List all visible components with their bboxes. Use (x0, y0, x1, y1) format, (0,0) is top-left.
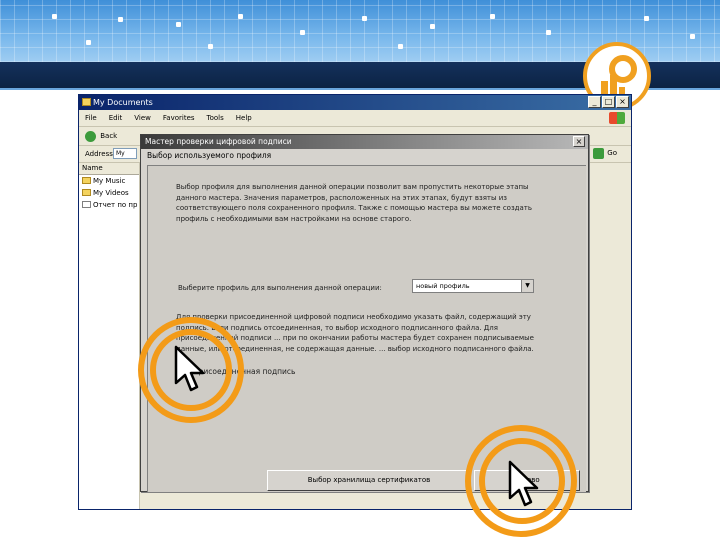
folder-icon (82, 177, 91, 184)
mouse-cursor-icon (174, 345, 205, 392)
header-dot (238, 14, 243, 19)
windows-logo-icon (609, 112, 625, 124)
list-item-label: Отчет по пр (93, 201, 138, 209)
menu-edit[interactable]: Edit (109, 110, 123, 126)
go-label: Go (607, 149, 617, 157)
header-dot (490, 14, 495, 19)
header-dot (176, 22, 181, 27)
header-dot (118, 17, 123, 22)
minimize-button[interactable]: _ (588, 96, 601, 108)
header-dot (644, 16, 649, 21)
menu-favorites[interactable]: Favorites (163, 110, 195, 126)
profile-select[interactable]: новый профиль ▼ (412, 279, 534, 293)
list-item[interactable]: My Videos (79, 187, 139, 199)
menu-tools[interactable]: Tools (207, 110, 224, 126)
header-dot (546, 30, 551, 35)
list-item[interactable]: My Music (79, 175, 139, 187)
column-header-name[interactable]: Name (79, 163, 139, 175)
header-dot (398, 44, 403, 49)
go-arrow-icon (593, 148, 605, 159)
explorer-file-list: Name My Music My Videos Отчет по пр (79, 163, 140, 509)
list-item-label: My Music (93, 177, 126, 185)
wizard-title-bar: Мастер проверки цифровой подписи × (141, 135, 588, 149)
select-cert-store-button[interactable]: Выбор хранилища сертификатов (267, 470, 471, 491)
mouse-cursor-icon (508, 460, 539, 507)
explorer-title-bar: My Documents _ □ × (79, 95, 631, 110)
menu-file[interactable]: File (85, 110, 97, 126)
go-button[interactable]: Go (593, 147, 617, 160)
header-dot (52, 14, 57, 19)
address-label: Address (85, 150, 113, 158)
explorer-title: My Documents (93, 98, 153, 107)
explorer-menu-bar: File Edit View Favorites Tools Help (79, 110, 631, 127)
address-input[interactable]: My (113, 148, 137, 159)
header-dot (300, 30, 305, 35)
menu-help[interactable]: Help (236, 110, 252, 126)
header-dot (208, 44, 213, 49)
header-dot (690, 34, 695, 39)
wizard-close-button[interactable]: × (573, 136, 585, 147)
folder-icon (82, 98, 91, 106)
back-arrow-icon[interactable] (85, 130, 96, 142)
wizard-title: Мастер проверки цифровой подписи (145, 137, 292, 146)
back-button[interactable]: Back (100, 132, 117, 140)
menu-view[interactable]: View (134, 110, 151, 126)
wizard-step-title: Выбор используемого профиля (147, 151, 272, 160)
folder-icon (82, 189, 91, 196)
list-item[interactable]: Отчет по пр (79, 199, 139, 211)
close-button[interactable]: × (616, 96, 629, 108)
chevron-down-icon[interactable]: ▼ (521, 280, 533, 292)
profile-label: Выберите профиль для выполнения данной о… (178, 284, 382, 292)
list-item-label: My Videos (93, 189, 129, 197)
header-dot (430, 24, 435, 29)
wizard-description: Выбор профиля для выполнения данной опер… (176, 183, 533, 223)
header-dot (86, 40, 91, 45)
profile-select-value: новый профиль (416, 282, 470, 290)
logo-icon (601, 55, 637, 95)
maximize-button[interactable]: □ (602, 96, 615, 108)
document-icon (82, 201, 91, 208)
header-dot (362, 16, 367, 21)
